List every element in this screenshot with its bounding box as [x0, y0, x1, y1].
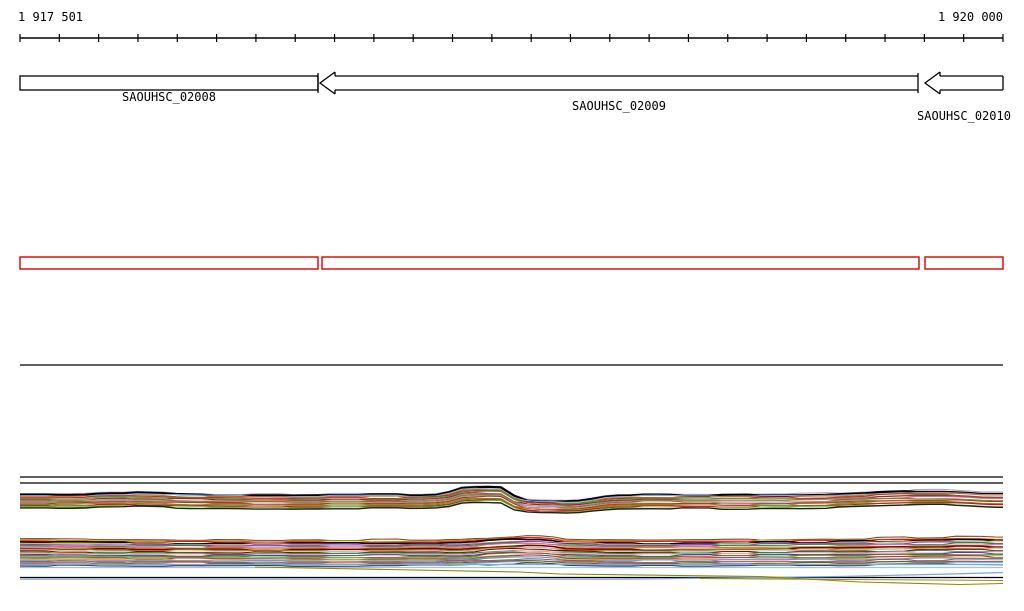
ruler-end-label: 1 920 000 [937, 10, 1003, 24]
gene-feature-SAOUHSC_02009[interactable] [318, 71, 919, 95]
selection-box[interactable] [924, 256, 1004, 270]
gene-label-SAOUHSC_02010[interactable]: SAOUHSC_02010 [917, 110, 1011, 122]
khaki-bottom-right-line [699, 577, 1004, 582]
gene-feature-SAOUHSC_02010[interactable] [923, 71, 1004, 95]
selection-box[interactable] [321, 256, 920, 270]
ruler[interactable] [19, 34, 1004, 42]
gene-arrowhead[interactable] [318, 71, 336, 95]
gene-label-SAOUHSC_02009[interactable]: SAOUHSC_02009 [572, 100, 666, 112]
ruler-start-label: 1 917 501 [18, 10, 84, 24]
coverage-band-lower [19, 535, 1004, 568]
selection-box[interactable] [19, 256, 319, 270]
genome-browser: 1 917 501 1 920 000 SAOUHSC_02008 SAOUHS… [0, 0, 1024, 611]
lightblue-line-3 [20, 571, 1004, 580]
selection-boxes [19, 256, 1004, 270]
gene-label-SAOUHSC_02008[interactable]: SAOUHSC_02008 [122, 91, 216, 103]
gene-arrowhead[interactable] [923, 71, 941, 95]
coverage-band-upper [20, 485, 1003, 514]
gene-box[interactable] [19, 75, 319, 91]
